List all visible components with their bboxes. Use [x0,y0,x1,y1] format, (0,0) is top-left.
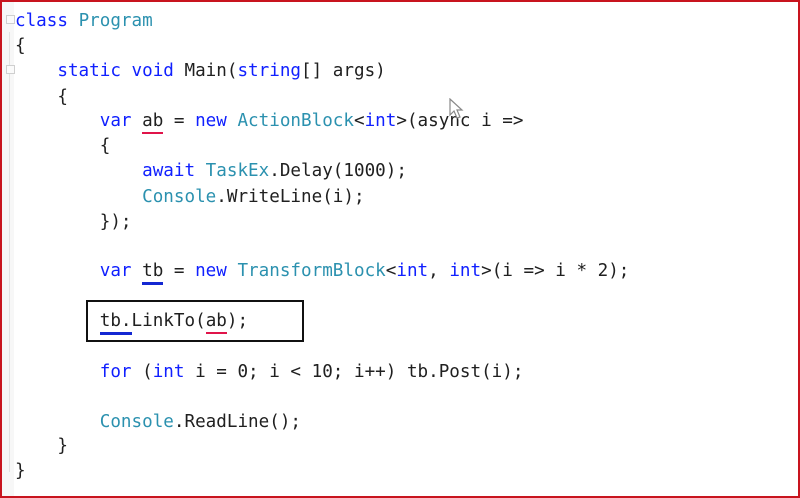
keyword-token: new [195,111,227,131]
keyword-token: string [237,61,302,81]
code-token: { [15,136,111,156]
code-line[interactable]: var tb = new TransformBlock<int, int>(i … [15,258,630,285]
linkto-highlight-box [86,300,304,342]
code-token: .WriteLine(i); [216,187,365,207]
type-token: TaskEx [205,161,270,181]
code-token: >(i => i * 2); [481,261,630,281]
keyword-token: int [396,261,429,281]
keyword-token: new [195,261,227,281]
type-token: Console [99,412,174,432]
keyword-token: class [15,11,79,31]
code-line[interactable]: for (int i = 0; i < 10; i++) tb.Post(i); [15,359,524,385]
outline-guide [9,32,10,472]
keyword-token: int [364,111,397,131]
editor-gutter [2,2,15,496]
type-token: Console [142,187,217,207]
code-token: }); [15,212,132,232]
collapse-class-icon[interactable] [6,15,15,24]
code-editor[interactable]: class Program { static void Main(string[… [0,0,800,498]
code-line[interactable]: } [15,458,26,484]
code-token: } [15,461,26,481]
code-token: < [385,261,397,281]
code-token: = [163,111,196,131]
code-token: ( [131,362,153,382]
keyword-token: await [142,161,196,181]
code-token: < [354,111,365,131]
code-line[interactable]: class Program [15,8,153,34]
keyword-token: var [99,111,132,131]
keyword-token: int [449,261,482,281]
keyword-token: void [131,61,174,81]
keyword-token: for [99,362,132,382]
code-line[interactable]: }); [15,209,132,235]
code-line[interactable]: static void Main(string[] args) [15,58,386,84]
code-line[interactable]: { [15,84,68,110]
code-token: .ReadLine(); [173,412,302,432]
keyword-token: var [99,261,132,281]
code-token: { [15,87,68,107]
code-token: { [15,36,26,56]
code-token: .Delay(1000); [269,161,407,181]
keyword-token: int [152,362,185,382]
type-token: Program [78,11,153,31]
code-line[interactable]: { [15,33,26,59]
underlined-identifier: tb [142,261,164,285]
code-line[interactable]: var ab = new ActionBlock<int>(async i => [15,108,523,134]
type-token: ActionBlock [237,111,354,131]
code-token: } [15,436,68,456]
code-line[interactable]: Console.WriteLine(i); [15,184,365,210]
code-token: i = 0; i < 10; i++) tb.Post(i); [184,362,524,382]
underlined-identifier: ab [142,111,164,134]
code-token: , [428,261,450,281]
code-token: [] args) [301,61,386,81]
keyword-token: static [57,61,121,81]
code-line[interactable]: Console.ReadLine(); [15,409,301,435]
code-token: Main( [173,61,238,81]
code-line[interactable]: await TaskEx.Delay(1000); [15,158,407,184]
type-token: TransformBlock [237,261,386,281]
collapse-method-icon[interactable] [6,65,15,74]
code-line[interactable]: } [15,433,68,459]
mouse-pointer-icon [449,98,464,119]
code-line[interactable]: { [15,133,111,159]
code-token: = [163,261,196,281]
